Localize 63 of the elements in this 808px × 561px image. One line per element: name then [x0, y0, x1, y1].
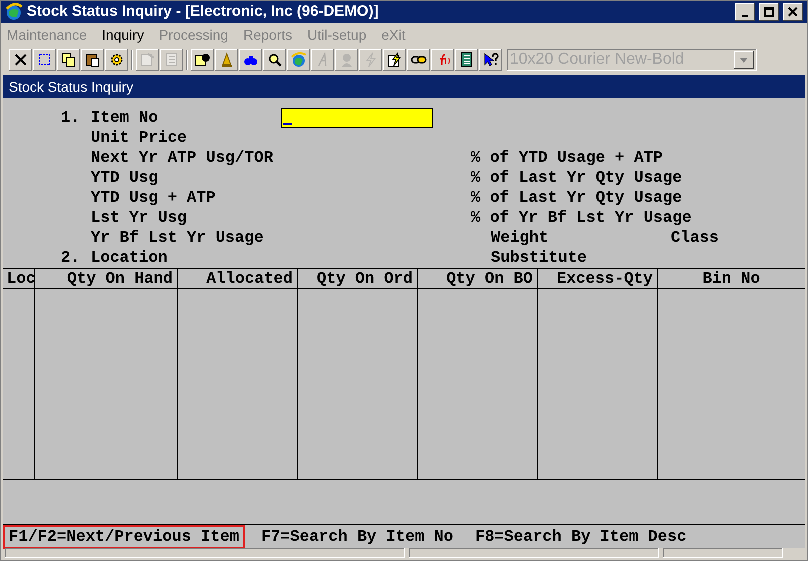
field-label: YTD Usg [91, 168, 160, 188]
field-label: Weight [491, 228, 550, 248]
field-label: Lst Yr Usg [91, 208, 188, 228]
column-header: Qty On Hand [35, 269, 177, 289]
field-label: Unit Price [91, 128, 188, 148]
column-header: Allocated [178, 269, 297, 289]
toolbar-button[interactable] [263, 49, 286, 71]
dashed-square-icon [36, 52, 52, 68]
field-label: % of YTD Usage + ATP [471, 148, 664, 168]
toolbar-button[interactable] [9, 49, 32, 71]
toolbar-button[interactable] [33, 49, 56, 71]
menu-item[interactable]: Inquiry [102, 24, 144, 46]
calculator-icon [458, 52, 474, 68]
document-icon [140, 52, 156, 68]
text-cursor [283, 123, 292, 125]
copy-icon [60, 52, 76, 68]
toolbar-button[interactable] [57, 49, 80, 71]
toolbar-button[interactable] [239, 49, 262, 71]
function-key-hint: F7=Search By Item No [260, 526, 454, 548]
toolbar-button[interactable] [455, 49, 478, 71]
field-label: Class [671, 228, 720, 248]
field-number: 1. [61, 108, 82, 128]
field-label: Next Yr ATP Usg/TOR [91, 148, 274, 168]
item-no-input[interactable] [281, 108, 433, 128]
search-icon [266, 52, 282, 68]
field-label: YTD Usg + ATP [91, 188, 217, 208]
paste-icon [84, 52, 100, 68]
field-label: % of Last Yr Qty Usage [471, 168, 682, 188]
globe-icon [290, 52, 306, 68]
field-label: % of Last Yr Qty Usage [471, 188, 682, 208]
screen-title: Stock Status Inquiry [3, 75, 805, 98]
help-pointer-icon [482, 52, 498, 68]
field-number: 2. [61, 248, 82, 268]
close-icon [12, 52, 28, 68]
column-header: Qty On Ord [298, 269, 417, 289]
function-key-hint: F8=Search By Item Desc [474, 526, 688, 548]
minimize-icon [742, 15, 748, 17]
maximize-icon [764, 7, 774, 17]
window-title: Stock Status Inquiry - [Electronic, Inc (96-DEMO)] [27, 2, 380, 22]
toolbar-button[interactable] [81, 49, 104, 71]
toolbar-button[interactable] [383, 49, 406, 71]
column-header: Qty On BO [418, 269, 537, 289]
list-icon [164, 52, 180, 68]
minimize-button[interactable] [735, 3, 755, 21]
column-header: Excess-Qty [538, 269, 657, 289]
close-button[interactable] [783, 3, 803, 21]
field-label: Substitute [491, 248, 588, 268]
field-label: Item No [91, 108, 160, 128]
close-icon [788, 7, 798, 17]
field-label: Location [91, 248, 169, 268]
column-header: Loc [3, 269, 34, 289]
gear-icon [108, 52, 124, 68]
column-header: Bin No [658, 269, 805, 289]
function-key-hint: F1/F2=Next/Previous Item [3, 524, 246, 548]
toolbar-button[interactable] [191, 49, 214, 71]
toolbar-button[interactable] [407, 49, 430, 71]
toolbar-button[interactable] [479, 49, 502, 71]
globe-logo-icon [5, 3, 23, 21]
field-label: % of Yr Bf Lst Yr Usage [471, 208, 692, 228]
toolbar-button[interactable] [105, 49, 128, 71]
maximize-button[interactable] [759, 3, 779, 21]
lightning-document-icon [386, 52, 402, 68]
field-label: Yr Bf Lst Yr Usage [91, 228, 265, 248]
